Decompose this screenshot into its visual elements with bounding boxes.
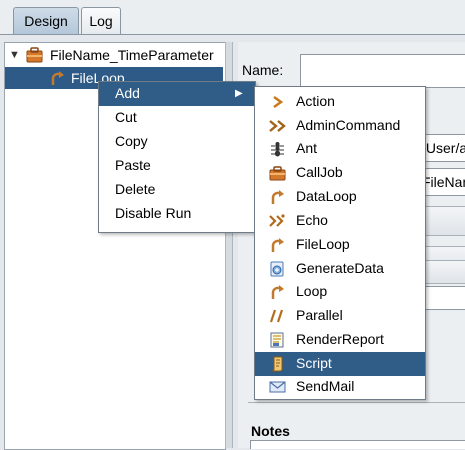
menu-item-cut-label: Cut [115,109,137,125]
submenu-item-renderreport[interactable]: RenderReport [255,328,425,352]
menu-item-disable-run-label: Disable Run [115,205,192,221]
fileloop-tree-icon [49,70,65,86]
name-label: Name: [242,62,284,78]
filename-field-text: FileNam [422,174,465,190]
submenu-arrow-icon: ▶ [235,88,243,99]
menu-item-copy-label: Copy [115,133,148,149]
submenu-item-loop-label: Loop [296,283,328,299]
loop-icon [269,284,286,300]
submenu-item-echo-label: Echo [296,212,328,228]
menu-item-disable-run[interactable]: Disable Run [99,202,255,226]
tab-design[interactable]: Design [13,7,79,34]
notes-label: Notes [251,423,290,439]
admincommand-icon [269,118,286,134]
fileloop-icon [269,237,286,253]
submenu-item-admincommand[interactable]: AdminCommand [255,114,425,138]
submenu-item-ant-label: Ant [296,140,318,156]
submenu-item-dataloop[interactable]: DataLoop [255,185,425,209]
submenu-item-generatedata[interactable]: GenerateData [255,257,425,281]
submenu-item-script[interactable]: Script [255,352,425,376]
submenu-item-fileloop-label: FileLoop [296,236,350,252]
menu-item-copy[interactable]: Copy [99,130,255,154]
echo-icon [269,213,286,229]
submenu-item-ant[interactable]: Ant [255,137,425,161]
menu-item-add-label: Add [115,85,140,101]
generatedata-icon [269,261,286,277]
tree-root-label[interactable]: FileName_TimeParameter [50,47,214,63]
renderreport-icon [269,332,286,348]
menu-item-cut[interactable]: Cut [99,106,255,130]
submenu-item-parallel-label: Parallel [296,307,343,323]
submenu-item-renderreport-label: RenderReport [296,331,384,347]
action-icon [269,94,286,110]
context-menu: Add ▶ Cut Copy Paste Delete Disable Run [98,81,256,233]
submenu-item-action-label: Action [296,93,335,109]
menu-item-paste[interactable]: Paste [99,154,255,178]
tab-log[interactable]: Log [81,7,121,34]
menu-item-delete[interactable]: Delete [99,178,255,202]
name-input[interactable] [300,54,465,88]
submenu-item-calljob[interactable]: CallJob [255,161,425,185]
submenu-item-script-label: Script [296,355,332,371]
sendmail-icon [269,379,286,395]
submenu-item-dataloop-label: DataLoop [296,188,357,204]
submenu-item-action[interactable]: Action [255,90,425,114]
submenu-item-fileloop[interactable]: FileLoop [255,233,425,257]
submenu-item-sendmail-label: SendMail [296,378,355,394]
ant-icon [269,141,286,157]
submenu-item-parallel[interactable]: Parallel [255,304,425,328]
parallel-icon [269,308,286,324]
submenu-item-loop[interactable]: Loop [255,280,425,304]
submenu-item-generatedata-label: GenerateData [296,260,384,276]
calljob-icon [269,165,286,181]
submenu-item-echo[interactable]: Echo [255,209,425,233]
dataloop-icon [269,189,286,205]
tab-bar: Design Log [0,0,465,34]
menu-item-add[interactable]: Add ▶ [99,82,255,106]
submenu-item-sendmail[interactable]: SendMail [255,375,425,399]
script-icon [269,356,286,372]
add-submenu: Action AdminCommand Ant CallJob DataLoop… [254,86,426,400]
path-field-text: /User/a [422,140,465,156]
submenu-item-calljob-label: CallJob [296,164,343,180]
section-divider [248,402,465,403]
expand-toggle-icon[interactable]: ▼ [9,49,21,61]
submenu-item-admincommand-label: AdminCommand [296,117,401,133]
job-icon [26,46,43,63]
menu-item-paste-label: Paste [115,157,151,173]
menu-item-delete-label: Delete [115,181,156,197]
